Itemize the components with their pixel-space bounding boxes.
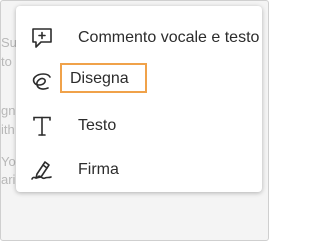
text-t-icon <box>30 114 54 138</box>
menu-item-label: Disegna <box>60 63 147 93</box>
menu-item-label: Firma <box>78 161 119 178</box>
background-text-line: ith <box>1 122 15 137</box>
menu-item-voice-text-comment[interactable]: Commento vocale e testo <box>16 18 262 58</box>
menu-item-label: Commento vocale e testo <box>78 29 260 46</box>
comment-plus-icon <box>30 26 54 50</box>
menu-item-draw[interactable]: Disegna <box>16 62 262 102</box>
draw-scribble-icon <box>30 70 54 94</box>
menu-item-sign[interactable]: Firma <box>16 150 262 190</box>
menu-item-text[interactable]: Testo <box>16 106 262 146</box>
annotation-menu: Commento vocale e testo Disegna Testo Fi… <box>16 6 262 192</box>
menu-item-label: Testo <box>78 117 117 134</box>
signature-pen-icon <box>30 158 54 182</box>
